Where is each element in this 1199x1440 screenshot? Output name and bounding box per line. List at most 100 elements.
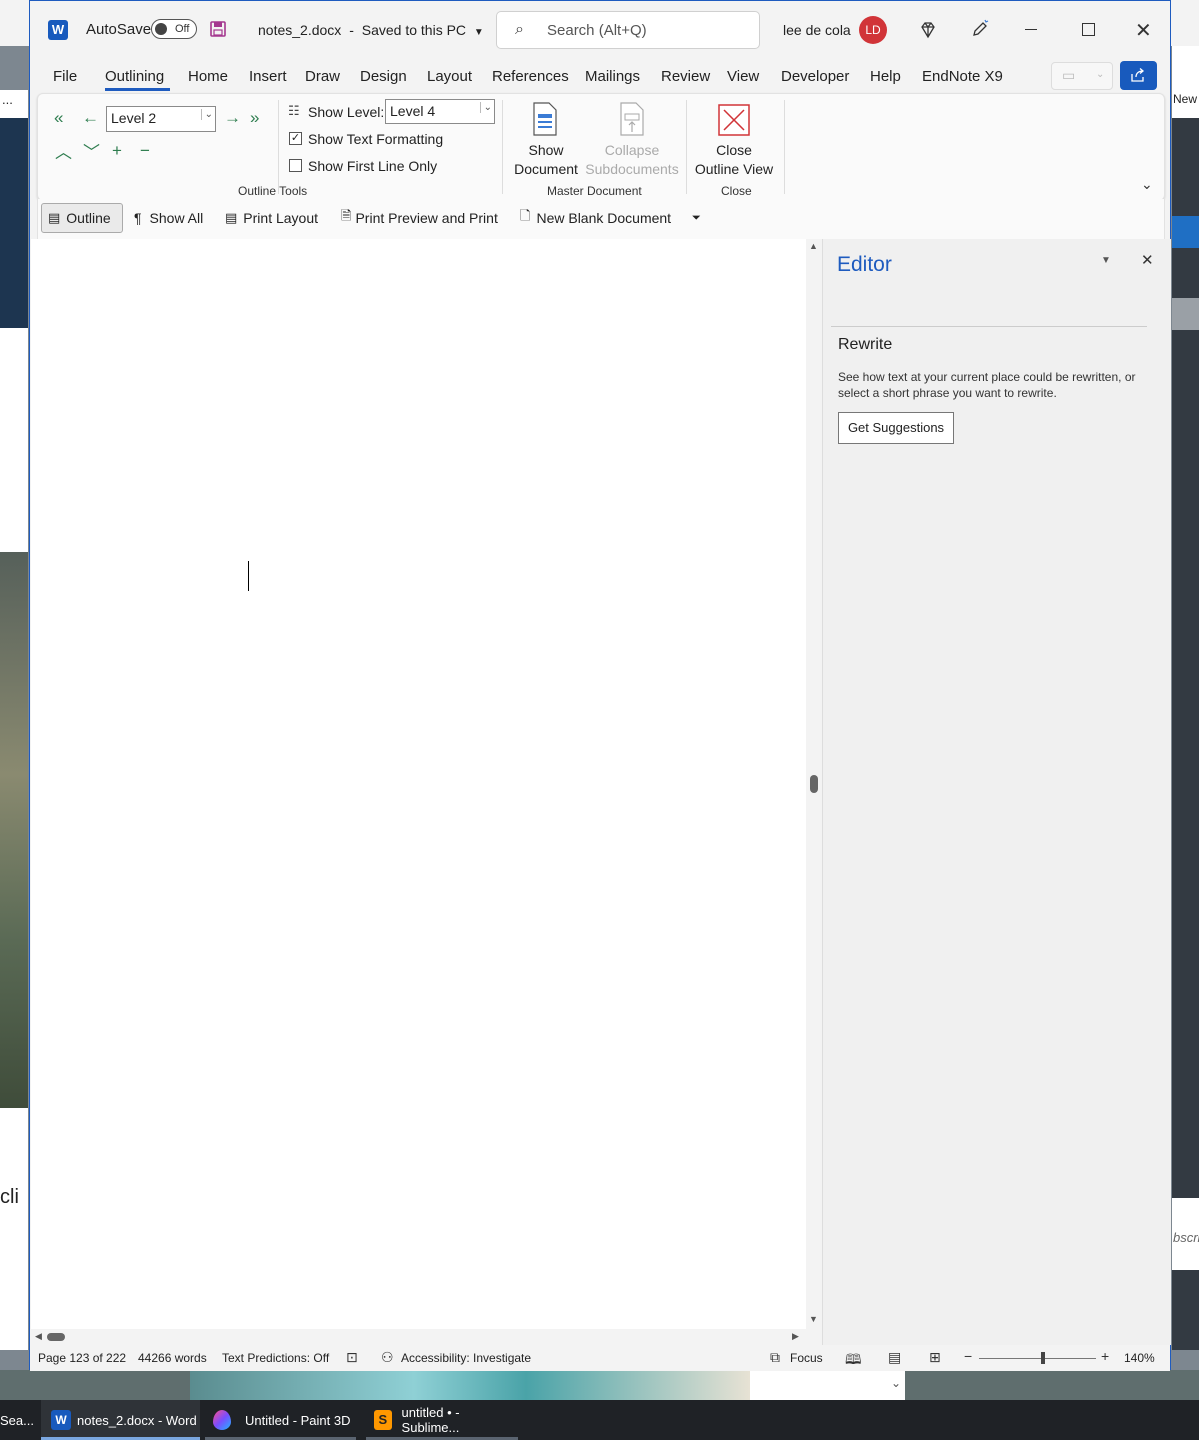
close-pane-icon[interactable]: ✕	[1141, 251, 1154, 269]
tab-mailings[interactable]: Mailings	[585, 68, 640, 85]
macro-recording-icon[interactable]: ⊡	[346, 1349, 358, 1366]
tab-view[interactable]: View	[727, 68, 759, 85]
maximize-icon[interactable]	[1082, 23, 1095, 36]
tab-developer[interactable]: Developer	[781, 68, 849, 85]
comments-button[interactable]: ▭ ⌄	[1051, 62, 1113, 90]
tab-references[interactable]: References	[492, 68, 569, 85]
tab-draw[interactable]: Draw	[305, 68, 340, 85]
focus-button[interactable]: Focus	[790, 1351, 823, 1365]
zoom-out-icon[interactable]: −	[964, 1348, 972, 1364]
collapse-subdocuments-button[interactable]: Collapse Subdocuments	[584, 100, 680, 180]
scroll-up-icon[interactable]: ▲	[809, 241, 818, 251]
outline-level-select[interactable]: Level 2 ⌄	[106, 106, 216, 132]
autosave-toggle[interactable]: Off	[151, 19, 197, 39]
scroll-down-icon[interactable]: ▼	[809, 1314, 818, 1324]
tab-file[interactable]: File	[53, 68, 77, 85]
tab-insert[interactable]: Insert	[249, 68, 287, 85]
demote-to-body-icon[interactable]: »	[250, 109, 259, 126]
editor-pane: Editor ▼ ✕ Rewrite See how text at your …	[822, 239, 1171, 1345]
search-icon: ⌕	[515, 21, 524, 38]
document-canvas[interactable]	[31, 239, 806, 1331]
diamond-icon[interactable]	[918, 20, 938, 40]
paint3d-icon	[213, 1410, 231, 1430]
document-title[interactable]: notes_2.docx - Saved to this PC ▼	[258, 22, 484, 38]
background-image-left-top	[0, 118, 28, 328]
tab-design[interactable]: Design	[360, 68, 407, 85]
print-preview-button[interactable]: 🗎 Print Preview and Print	[341, 203, 498, 233]
show-text-formatting-checkbox[interactable]: ✓	[289, 132, 302, 145]
autosave-state: Off	[175, 23, 190, 35]
tab-outlining[interactable]: Outlining	[105, 68, 164, 85]
close-icon[interactable]: ✕	[1135, 18, 1152, 43]
taskbar-word[interactable]: W notes_2.docx - Word	[41, 1400, 200, 1440]
avatar[interactable]: LD	[859, 16, 887, 44]
pane-options-chevron-icon[interactable]: ▼	[1101, 255, 1111, 266]
minimize-icon[interactable]	[1025, 29, 1037, 30]
vertical-scroll-thumb[interactable]	[810, 775, 818, 793]
tab-endnote[interactable]: EndNote X9	[922, 68, 1003, 85]
print-layout-icon: ▤	[225, 210, 238, 225]
outline-view-label: Outline	[66, 210, 111, 226]
web-layout-icon[interactable]: ⊞	[929, 1349, 941, 1366]
collapse-subdocuments-icon	[620, 102, 644, 136]
expand-icon[interactable]: +	[112, 142, 122, 159]
move-up-icon[interactable]: ︿	[55, 144, 72, 161]
show-level-select[interactable]: Level 4 ⌄	[385, 99, 495, 124]
pen-icon[interactable]	[970, 19, 990, 39]
text-predictions-status[interactable]: Text Predictions: Off	[222, 1351, 329, 1365]
zoom-level[interactable]: 140%	[1124, 1351, 1155, 1365]
promote-to-heading-icon[interactable]: «	[54, 109, 63, 126]
outline-tools-group-label: Outline Tools	[238, 184, 308, 198]
word-count[interactable]: 44266 words	[138, 1351, 207, 1365]
taskbar-search[interactable]: Sea...	[0, 1400, 38, 1440]
focus-icon: ⧉	[770, 1349, 780, 1365]
print-layout-view-icon[interactable]: ▤	[888, 1349, 901, 1366]
get-suggestions-button[interactable]: Get Suggestions	[838, 412, 954, 444]
scroll-left-icon[interactable]: ◀	[35, 1331, 42, 1342]
status-bar: Page 123 of 222 44266 words Text Predict…	[30, 1345, 1170, 1371]
demote-icon[interactable]: →	[224, 109, 241, 126]
show-level-value: Level 4	[390, 103, 436, 119]
customize-toolbar-icon[interactable]: ⏷	[692, 203, 701, 233]
taskbar-paint3d[interactable]: Untitled - Paint 3D	[205, 1400, 356, 1440]
horizontal-scrollbar[interactable]: ◀ ▶	[31, 1329, 806, 1345]
show-first-line-only-checkbox[interactable]	[289, 159, 302, 172]
print-layout-button[interactable]: ▤ Print Layout	[225, 203, 318, 233]
close-outline-view-button[interactable]: Close Outline View	[690, 100, 778, 180]
collapse-icon[interactable]: −	[140, 142, 150, 159]
read-mode-icon[interactable]: 🕮	[845, 1349, 862, 1373]
tab-home[interactable]: Home	[188, 68, 228, 85]
taskbar-sublime[interactable]: S untitled • - Sublime...	[366, 1400, 518, 1440]
scroll-right-icon[interactable]: ▶	[792, 1331, 799, 1342]
new-blank-document-label: New Blank Document	[536, 210, 672, 226]
zoom-slider[interactable]	[979, 1358, 1096, 1359]
share-button[interactable]	[1120, 61, 1157, 90]
show-document-label-2: Document	[514, 161, 578, 177]
promote-icon[interactable]: ←	[82, 109, 99, 126]
ribbon-collapse-chevron-icon[interactable]: ⌄	[1141, 176, 1153, 193]
zoom-slider-thumb[interactable]	[1041, 1352, 1045, 1364]
show-all-button[interactable]: ¶ Show All	[134, 203, 203, 233]
accessibility-status[interactable]: Accessibility: Investigate	[401, 1351, 531, 1365]
chevron-down-icon: ⌄	[1096, 69, 1105, 80]
sublime-icon: S	[374, 1410, 392, 1430]
show-document-label-1: Show	[528, 142, 564, 158]
zoom-in-icon[interactable]: +	[1101, 1348, 1109, 1364]
page-count[interactable]: Page 123 of 222	[38, 1351, 126, 1365]
vertical-scrollbar[interactable]: ▲ ▼	[806, 239, 822, 1331]
outline-view-icon: ▤	[48, 210, 61, 225]
print-preview-icon: 🗎	[341, 208, 352, 223]
move-down-icon[interactable]: ﹀	[83, 144, 100, 161]
horizontal-scroll-thumb[interactable]	[47, 1333, 65, 1341]
word-icon: W	[48, 20, 68, 40]
new-blank-document-button[interactable]: 🗋 New Blank Document	[520, 203, 671, 233]
tab-review[interactable]: Review	[661, 68, 710, 85]
save-icon[interactable]	[210, 21, 226, 37]
tab-layout[interactable]: Layout	[427, 68, 472, 85]
search-box[interactable]: ⌕ Search (Alt+Q)	[496, 11, 760, 49]
tab-help[interactable]: Help	[870, 68, 901, 85]
user-name[interactable]: lee de cola	[783, 22, 851, 38]
show-document-button[interactable]: Show Document	[510, 100, 582, 180]
taskbar: Sea... W notes_2.docx - Word Untitled - …	[0, 1400, 1199, 1440]
outline-view-button[interactable]: ▤ Outline	[41, 203, 123, 233]
